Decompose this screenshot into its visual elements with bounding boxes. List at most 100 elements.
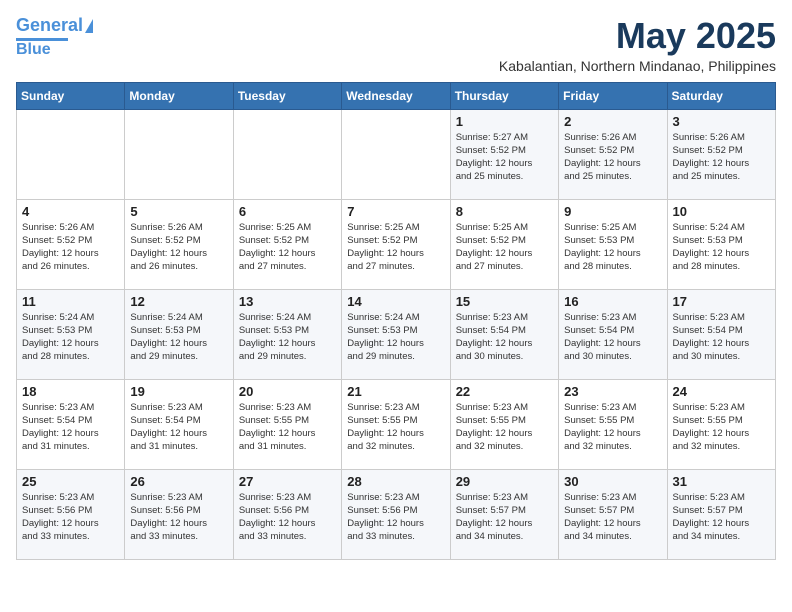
day-info: Sunrise: 5:23 AM Sunset: 5:57 PM Dayligh… [564, 491, 661, 544]
calendar-cell: 7 Sunrise: 5:25 AM Sunset: 5:52 PM Daylig… [342, 199, 450, 289]
day-number: 22 [456, 384, 553, 399]
day-number: 13 [239, 294, 336, 309]
calendar-cell: 25 Sunrise: 5:23 AM Sunset: 5:56 PM Dayli… [17, 469, 125, 559]
day-number: 29 [456, 474, 553, 489]
calendar-cell: 2 Sunrise: 5:26 AM Sunset: 5:52 PM Daylig… [559, 109, 667, 199]
calendar-cell: 15Sunrise: 5:23 AM Sunset: 5:54 PM Dayli… [450, 289, 558, 379]
day-info: Sunrise: 5:23 AM Sunset: 5:57 PM Dayligh… [456, 491, 553, 544]
calendar-cell: 21 Sunrise: 5:23 AM Sunset: 5:55 PM Dayli… [342, 379, 450, 469]
day-number: 28 [347, 474, 444, 489]
day-info: Sunrise: 5:26 AM Sunset: 5:52 PM Dayligh… [673, 131, 770, 184]
day-number: 5 [130, 204, 227, 219]
calendar-cell [233, 109, 341, 199]
day-info: Sunrise: 5:24 AM Sunset: 5:53 PM Dayligh… [347, 311, 444, 364]
day-info: Sunrise: 5:25 AM Sunset: 5:52 PM Dayligh… [347, 221, 444, 274]
day-number: 15 [456, 294, 553, 309]
day-number: 7 [347, 204, 444, 219]
calendar-cell: 5 Sunrise: 5:26 AM Sunset: 5:52 PM Daylig… [125, 199, 233, 289]
calendar-cell: 31 Sunrise: 5:23 AM Sunset: 5:57 PM Dayli… [667, 469, 775, 559]
calendar-cell: 22 Sunrise: 5:23 AM Sunset: 5:55 PM Dayli… [450, 379, 558, 469]
day-number: 24 [673, 384, 770, 399]
day-info: Sunrise: 5:24 AM Sunset: 5:53 PM Dayligh… [239, 311, 336, 364]
calendar-cell: 27 Sunrise: 5:23 AM Sunset: 5:56 PM Dayli… [233, 469, 341, 559]
calendar-cell: 8 Sunrise: 5:25 AM Sunset: 5:52 PM Daylig… [450, 199, 558, 289]
weekday-header-saturday: Saturday [667, 82, 775, 109]
day-number: 2 [564, 114, 661, 129]
day-info: Sunrise: 5:23 AM Sunset: 5:56 PM Dayligh… [239, 491, 336, 544]
day-number: 25 [22, 474, 119, 489]
logo-blue-text: Blue [16, 41, 51, 59]
calendar-cell: 13 Sunrise: 5:24 AM Sunset: 5:53 PM Dayli… [233, 289, 341, 379]
day-number: 31 [673, 474, 770, 489]
day-info: Sunrise: 5:26 AM Sunset: 5:52 PM Dayligh… [130, 221, 227, 274]
day-info: Sunrise: 5:23 AM Sunset: 5:54 PM Dayligh… [673, 311, 770, 364]
calendar-cell: 9Sunrise: 5:25 AM Sunset: 5:53 PM Daylig… [559, 199, 667, 289]
calendar-cell: 6Sunrise: 5:25 AM Sunset: 5:52 PM Daylig… [233, 199, 341, 289]
day-number: 8 [456, 204, 553, 219]
day-info: Sunrise: 5:23 AM Sunset: 5:55 PM Dayligh… [239, 401, 336, 454]
day-info: Sunrise: 5:23 AM Sunset: 5:56 PM Dayligh… [22, 491, 119, 544]
calendar-cell: 3 Sunrise: 5:26 AM Sunset: 5:52 PM Daylig… [667, 109, 775, 199]
calendar-cell: 19 Sunrise: 5:23 AM Sunset: 5:54 PM Dayli… [125, 379, 233, 469]
day-info: Sunrise: 5:23 AM Sunset: 5:55 PM Dayligh… [673, 401, 770, 454]
calendar-cell: 16 Sunrise: 5:23 AM Sunset: 5:54 PM Dayli… [559, 289, 667, 379]
calendar-cell: 18 Sunrise: 5:23 AM Sunset: 5:54 PM Dayli… [17, 379, 125, 469]
day-number: 23 [564, 384, 661, 399]
weekday-header-tuesday: Tuesday [233, 82, 341, 109]
day-info: Sunrise: 5:27 AM Sunset: 5:52 PM Dayligh… [456, 131, 553, 184]
month-title: May 2025 [499, 16, 776, 56]
logo: General Blue [16, 16, 93, 58]
day-number: 21 [347, 384, 444, 399]
day-info: Sunrise: 5:24 AM Sunset: 5:53 PM Dayligh… [22, 311, 119, 364]
day-number: 17 [673, 294, 770, 309]
day-info: Sunrise: 5:23 AM Sunset: 5:56 PM Dayligh… [347, 491, 444, 544]
weekday-header-wednesday: Wednesday [342, 82, 450, 109]
day-number: 18 [22, 384, 119, 399]
calendar-cell: 26 Sunrise: 5:23 AM Sunset: 5:56 PM Dayli… [125, 469, 233, 559]
calendar-cell: 24 Sunrise: 5:23 AM Sunset: 5:55 PM Dayli… [667, 379, 775, 469]
day-number: 4 [22, 204, 119, 219]
weekday-header-monday: Monday [125, 82, 233, 109]
day-number: 26 [130, 474, 227, 489]
day-number: 27 [239, 474, 336, 489]
day-info: Sunrise: 5:25 AM Sunset: 5:52 PM Dayligh… [239, 221, 336, 274]
calendar-cell [17, 109, 125, 199]
calendar-cell [125, 109, 233, 199]
calendar-cell: 10Sunrise: 5:24 AM Sunset: 5:53 PM Dayli… [667, 199, 775, 289]
calendar-cell [342, 109, 450, 199]
day-info: Sunrise: 5:23 AM Sunset: 5:54 PM Dayligh… [22, 401, 119, 454]
calendar-cell: 11 Sunrise: 5:24 AM Sunset: 5:53 PM Dayli… [17, 289, 125, 379]
day-number: 9 [564, 204, 661, 219]
day-info: Sunrise: 5:24 AM Sunset: 5:53 PM Dayligh… [130, 311, 227, 364]
weekday-header-friday: Friday [559, 82, 667, 109]
calendar-cell: 1 Sunrise: 5:27 AM Sunset: 5:52 PM Daylig… [450, 109, 558, 199]
calendar-cell: 20 Sunrise: 5:23 AM Sunset: 5:55 PM Dayli… [233, 379, 341, 469]
day-info: Sunrise: 5:23 AM Sunset: 5:55 PM Dayligh… [456, 401, 553, 454]
calendar-cell: 17 Sunrise: 5:23 AM Sunset: 5:54 PM Dayli… [667, 289, 775, 379]
day-number: 12 [130, 294, 227, 309]
day-number: 20 [239, 384, 336, 399]
calendar-cell: 29 Sunrise: 5:23 AM Sunset: 5:57 PM Dayli… [450, 469, 558, 559]
weekday-header-sunday: Sunday [17, 82, 125, 109]
day-number: 16 [564, 294, 661, 309]
day-number: 11 [22, 294, 119, 309]
calendar-cell: 12 Sunrise: 5:24 AM Sunset: 5:53 PM Dayli… [125, 289, 233, 379]
day-info: Sunrise: 5:23 AM Sunset: 5:54 PM Dayligh… [564, 311, 661, 364]
day-info: Sunrise: 5:23 AM Sunset: 5:55 PM Dayligh… [347, 401, 444, 454]
day-info: Sunrise: 5:23 AM Sunset: 5:57 PM Dayligh… [673, 491, 770, 544]
day-info: Sunrise: 5:23 AM Sunset: 5:56 PM Dayligh… [130, 491, 227, 544]
day-info: Sunrise: 5:25 AM Sunset: 5:52 PM Dayligh… [456, 221, 553, 274]
day-number: 30 [564, 474, 661, 489]
calendar-cell: 30 Sunrise: 5:23 AM Sunset: 5:57 PM Dayli… [559, 469, 667, 559]
calendar-table: SundayMondayTuesdayWednesdayThursdayFrid… [16, 82, 776, 560]
day-info: Sunrise: 5:24 AM Sunset: 5:53 PM Dayligh… [673, 221, 770, 274]
calendar-cell: 28 Sunrise: 5:23 AM Sunset: 5:56 PM Dayli… [342, 469, 450, 559]
day-number: 3 [673, 114, 770, 129]
day-number: 1 [456, 114, 553, 129]
day-number: 19 [130, 384, 227, 399]
calendar-cell: 23Sunrise: 5:23 AM Sunset: 5:55 PM Dayli… [559, 379, 667, 469]
day-info: Sunrise: 5:26 AM Sunset: 5:52 PM Dayligh… [564, 131, 661, 184]
day-info: Sunrise: 5:26 AM Sunset: 5:52 PM Dayligh… [22, 221, 119, 274]
day-info: Sunrise: 5:23 AM Sunset: 5:54 PM Dayligh… [130, 401, 227, 454]
logo-triangle-icon [85, 19, 93, 33]
